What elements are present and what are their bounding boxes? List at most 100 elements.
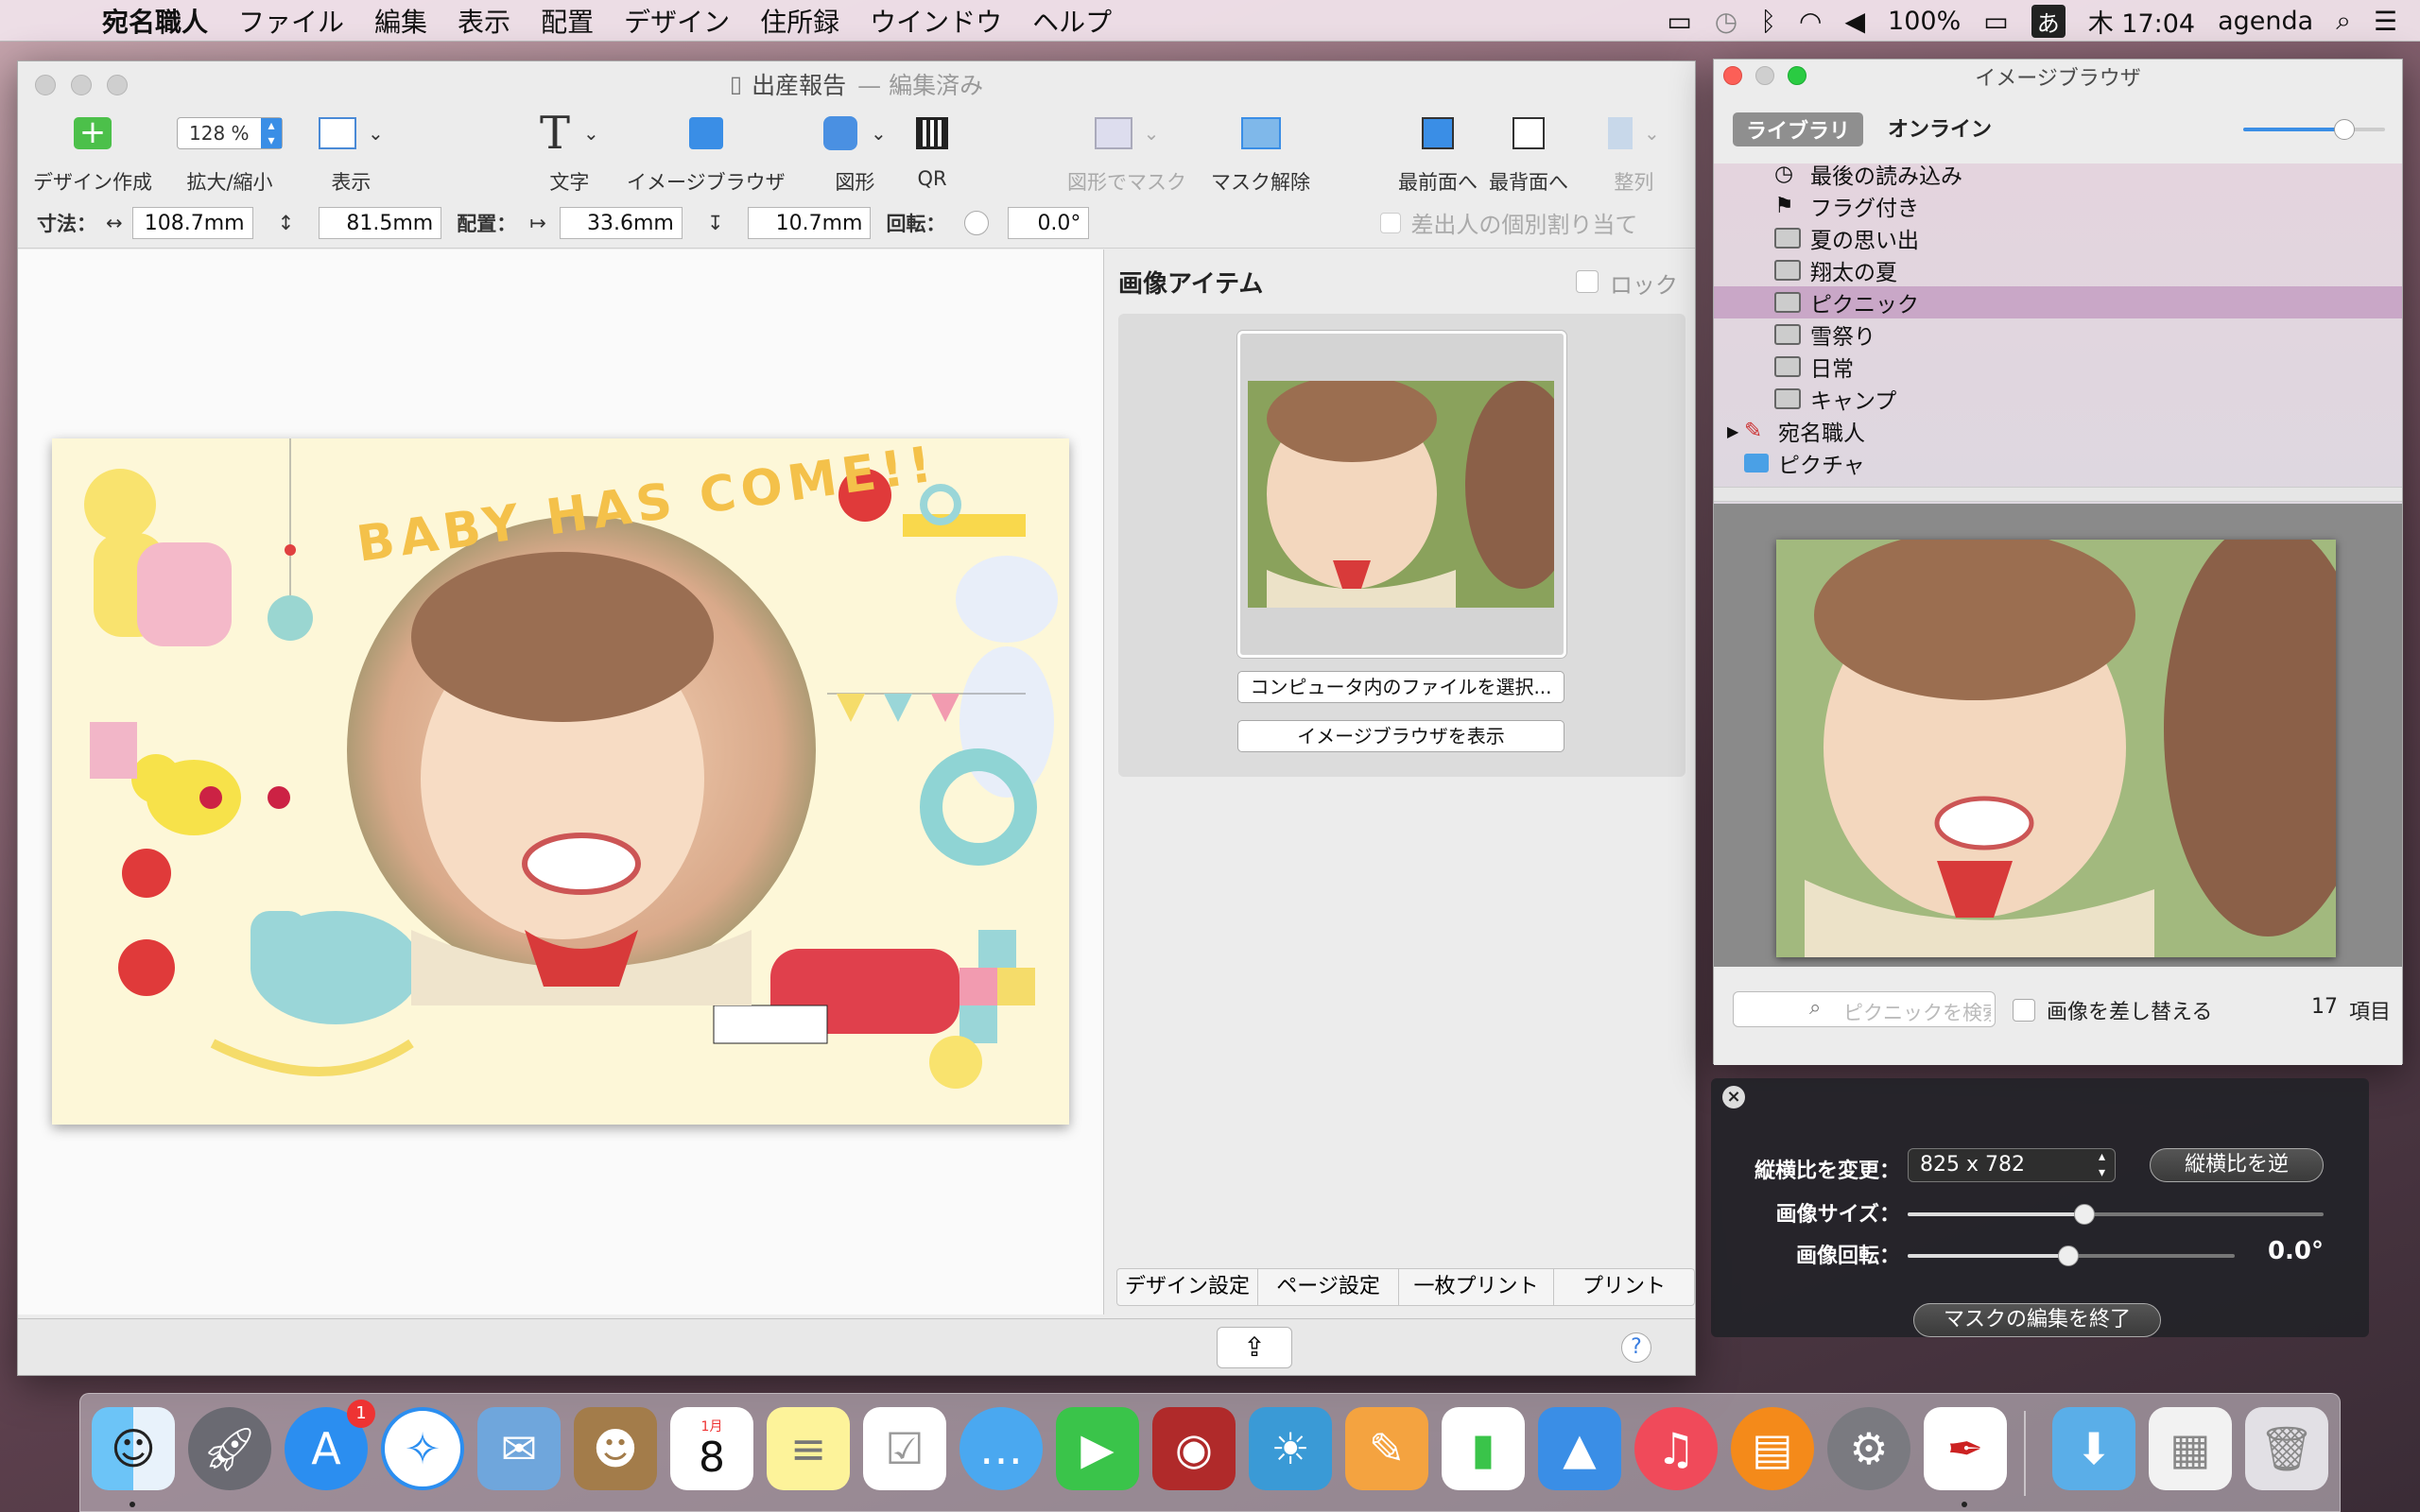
bluetooth-icon[interactable]: ᛒ (1760, 6, 1776, 37)
list-item-app-root[interactable]: ▶ ✎ 宛名職人 (1714, 415, 2402, 447)
ibooks-icon[interactable]: ▤ (1731, 1407, 1814, 1490)
disclosure-triangle-icon[interactable]: ▶ (1727, 422, 1744, 440)
list-item-flagged[interactable]: ⚑ フラグ付き (1714, 190, 2402, 222)
image-size-slider[interactable] (1908, 1204, 2324, 1225)
hud-close-button[interactable]: × (1722, 1086, 1745, 1108)
choose-file-button[interactable]: コンピュータ内のファイルを選択... (1237, 671, 1564, 703)
input-method-icon[interactable]: あ (2031, 4, 2066, 38)
postcard[interactable]: BABY HAS COME!! (52, 438, 1069, 1125)
menu-address-book[interactable]: 住所録 (760, 2, 839, 40)
iphoto-icon[interactable]: ☀ (1249, 1407, 1332, 1490)
replace-image-checkbox[interactable] (2013, 999, 2035, 1022)
menu-app-name[interactable]: 宛名職人 (102, 2, 208, 40)
clock[interactable]: 木 17:04 (2088, 3, 2195, 40)
airplay-icon[interactable]: ▭ (1667, 6, 1691, 37)
image-size-knob[interactable] (2074, 1204, 2095, 1225)
list-item-album[interactable]: キャンプ (1714, 383, 2402, 415)
design-canvas[interactable]: BABY HAS COME!! (18, 249, 1104, 1314)
zoom-field[interactable]: 128 % ▴ ▾ (177, 117, 283, 149)
recent-documents-stack-icon[interactable]: ▦ (2149, 1407, 2232, 1490)
list-item-album-selected[interactable]: ピクニック (1714, 286, 2402, 318)
search-field[interactable]: ⌕ ピクニックを検索 (1733, 991, 1996, 1027)
list-item-pictures[interactable]: ピクチャ (1714, 447, 2402, 479)
volume-icon[interactable]: ◀ (1844, 6, 1865, 37)
safari-icon[interactable]: ✧ (381, 1407, 464, 1490)
mask-by-shape-button[interactable]: ⌄ 図形でマスク (1067, 112, 1186, 196)
design-create-button[interactable]: + デザイン作成 (33, 112, 152, 196)
rotation-field[interactable]: 0.0° (1008, 206, 1090, 239)
sender-assign-checkbox[interactable] (1380, 212, 1402, 233)
calendar-icon[interactable]: 1月 8 (670, 1407, 753, 1490)
finder-icon[interactable]: ☺ (92, 1407, 175, 1490)
menu-help[interactable]: ヘルプ (1032, 2, 1112, 40)
height-field[interactable]: 81.5mm (319, 206, 442, 239)
mail-icon[interactable]: ✉ (477, 1407, 561, 1490)
shape-button[interactable]: ⌄ 図形 (823, 112, 887, 196)
zoom-stepper-icon[interactable]: ▴ ▾ (261, 118, 282, 148)
downloads-folder-icon[interactable]: ⬇ (2052, 1407, 2135, 1490)
tab-online[interactable]: オンライン (1888, 112, 1992, 146)
qr-button[interactable]: QR (916, 112, 948, 190)
contacts-icon[interactable]: ☻ (574, 1407, 657, 1490)
notification-center-icon[interactable]: ☰ (2374, 6, 2397, 37)
tab-print[interactable]: プリント (1554, 1269, 1694, 1305)
battery-percent[interactable]: 100% (1888, 7, 1961, 36)
spotlight-icon[interactable]: ⌕ (2336, 5, 2351, 37)
menu-file[interactable]: ファイル (238, 2, 344, 40)
preview-image[interactable] (1776, 540, 2336, 957)
tab-single-print[interactable]: 一枚プリント (1399, 1269, 1554, 1305)
image-rotation-knob[interactable] (2058, 1246, 2080, 1266)
zoom-control[interactable]: 128 % ▴ ▾ 拡大/縮小 (177, 112, 283, 196)
close-button[interactable] (1723, 66, 1742, 85)
menu-edit[interactable]: 編集 (374, 2, 427, 40)
app-store-icon[interactable]: A 1 (285, 1400, 375, 1490)
bring-front-button[interactable]: 最前面へ (1398, 112, 1478, 196)
image-well[interactable] (1237, 331, 1566, 658)
launchpad-icon[interactable]: 🚀︎ (188, 1407, 271, 1490)
reverse-aspect-button[interactable]: 縦横比を逆 (2150, 1148, 2324, 1182)
battery-icon[interactable]: ▭ (1983, 6, 2008, 37)
facetime-icon[interactable]: ▶ (1056, 1407, 1139, 1490)
reminders-icon[interactable]: ☑ (863, 1407, 946, 1490)
view-button[interactable]: ⌄ 表示 (319, 112, 384, 196)
send-back-button[interactable]: 最背面へ (1489, 112, 1568, 196)
itunes-icon[interactable]: ♫ (1634, 1407, 1718, 1490)
zoom-button[interactable] (1788, 66, 1806, 85)
show-image-browser-button[interactable]: イメージブラウザを表示 (1237, 720, 1564, 752)
list-item-album[interactable]: 日常 (1714, 351, 2402, 383)
aspect-select[interactable]: 825 x 782 ▴ ▾ (1908, 1148, 2116, 1182)
list-item-recent[interactable]: ◷ 最後の読み込み (1714, 158, 2402, 190)
numbers-icon[interactable]: ▮ (1442, 1407, 1525, 1490)
menu-design[interactable]: デザイン (624, 2, 730, 40)
atenashokunin-icon[interactable]: ✒ (1924, 1407, 2007, 1490)
x-position-field[interactable]: 33.6mm (559, 206, 683, 239)
thumbnail-size-slider[interactable] (2243, 119, 2385, 140)
text-button[interactable]: T ⌄ 文字 (540, 107, 599, 196)
notes-icon[interactable]: ≡ (767, 1407, 850, 1490)
lock-checkbox[interactable] (1576, 270, 1599, 293)
tab-page-settings[interactable]: ページ設定 (1258, 1269, 1400, 1305)
menu-window[interactable]: ウインドウ (870, 2, 1002, 40)
messages-icon[interactable]: … (959, 1407, 1043, 1490)
keynote-icon[interactable]: ▲ (1538, 1407, 1621, 1490)
pages-icon[interactable]: ✎ (1345, 1407, 1428, 1490)
time-machine-icon[interactable]: ◷ (1715, 6, 1737, 37)
unmask-button[interactable]: マスク解除 (1211, 112, 1310, 196)
tab-design-settings[interactable]: デザイン設定 (1117, 1269, 1259, 1305)
photo-booth-icon[interactable]: ◉ (1152, 1407, 1236, 1490)
end-mask-edit-button[interactable]: マスクの編集を終了 (1913, 1303, 2161, 1337)
list-item-album[interactable]: 夏の思い出 (1714, 222, 2402, 254)
minimize-button[interactable] (1755, 66, 1774, 85)
system-preferences-icon[interactable]: ⚙ (1827, 1407, 1910, 1490)
image-rotation-slider[interactable] (1908, 1246, 2235, 1266)
menu-view[interactable]: 表示 (458, 2, 510, 40)
align-button[interactable]: ⌄ 整列 (1608, 112, 1660, 196)
menu-arrange[interactable]: 配置 (541, 2, 594, 40)
thumbnail-size-knob[interactable] (2334, 119, 2355, 140)
rotation-dial-icon[interactable] (964, 210, 990, 235)
share-button[interactable]: ⇪ (1217, 1327, 1292, 1368)
image-browser-button[interactable]: イメージブラウザ (627, 112, 786, 196)
tab-library[interactable]: ライブラリ (1733, 112, 1864, 146)
y-position-field[interactable]: 10.7mm (748, 206, 872, 239)
help-button[interactable]: ? (1621, 1332, 1651, 1363)
